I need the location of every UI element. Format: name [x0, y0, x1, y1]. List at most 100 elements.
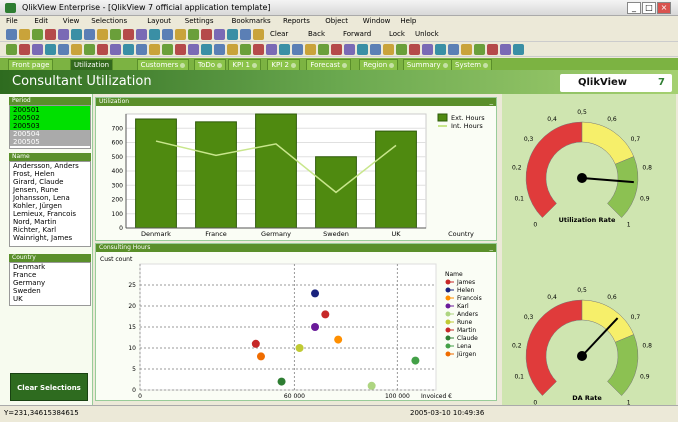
menu-settings[interactable]: Settings: [185, 17, 214, 25]
design-tool-icon[interactable]: [474, 44, 485, 55]
menu-window[interactable]: Window: [363, 17, 391, 25]
country-listbox[interactable]: Denmark France Germany Sweden UK: [9, 262, 91, 306]
toolbar-unlock-button[interactable]: Unlock: [415, 30, 439, 38]
design-tool-icon[interactable]: [331, 44, 342, 55]
tab-summary[interactable]: Summary: [402, 59, 452, 70]
toolbar-icon[interactable]: [175, 29, 186, 40]
design-tool-icon[interactable]: [500, 44, 511, 55]
design-tool-icon[interactable]: [448, 44, 459, 55]
design-tool-icon[interactable]: [227, 44, 238, 55]
design-tool-icon[interactable]: [461, 44, 472, 55]
design-tool-icon[interactable]: [240, 44, 251, 55]
design-tool-icon[interactable]: [175, 44, 186, 55]
country-item[interactable]: Sweden: [10, 287, 90, 295]
tab-kpi-1[interactable]: KPI 1: [228, 59, 261, 70]
country-item[interactable]: Germany: [10, 279, 90, 287]
design-tool-icon[interactable]: [396, 44, 407, 55]
scatter-point-claude[interactable]: [277, 377, 286, 386]
design-tool-icon[interactable]: [45, 44, 56, 55]
toolbar-icon[interactable]: [110, 29, 121, 40]
scatter-point-jürgen[interactable]: [256, 352, 265, 361]
tab-customers[interactable]: Customers: [136, 59, 190, 70]
design-tool-icon[interactable]: [279, 44, 290, 55]
toolbar-icon[interactable]: [58, 29, 69, 40]
name-item[interactable]: Richter, Karl: [10, 226, 90, 234]
period-item[interactable]: 200503: [10, 122, 90, 130]
name-item[interactable]: Wainright, James: [10, 234, 90, 242]
bar-denmark[interactable]: [135, 118, 177, 229]
design-tool-icon[interactable]: [344, 44, 355, 55]
clear-selections-button[interactable]: Clear Selections: [10, 373, 88, 401]
design-tool-icon[interactable]: [201, 44, 212, 55]
minimize-button[interactable]: _: [627, 2, 641, 14]
menu-bookmarks[interactable]: Bookmarks: [232, 17, 271, 25]
name-listbox[interactable]: Andersson, Anders Frost, Helen Girard, Cla…: [9, 161, 91, 247]
design-tool-icon[interactable]: [422, 44, 433, 55]
toolbar-icon[interactable]: [123, 29, 134, 40]
toolbar-icon[interactable]: [19, 29, 30, 40]
name-item[interactable]: Johansson, Lena: [10, 194, 90, 202]
tab-todo[interactable]: ToDo: [194, 59, 227, 70]
design-tool-icon[interactable]: [383, 44, 394, 55]
tab-region[interactable]: Region: [359, 59, 399, 70]
country-item[interactable]: UK: [10, 295, 90, 303]
design-tool-icon[interactable]: [435, 44, 446, 55]
tab-kpi-2[interactable]: KPI 2: [267, 59, 300, 70]
period-listbox[interactable]: 200501 200502 200503 200504 200505: [9, 105, 91, 149]
toolbar-icon[interactable]: [45, 29, 56, 40]
name-item[interactable]: Frost, Helen: [10, 170, 90, 178]
toolbar-icon[interactable]: [253, 29, 264, 40]
design-tool-icon[interactable]: [84, 44, 95, 55]
bar-france[interactable]: [195, 121, 237, 229]
design-tool-icon[interactable]: [487, 44, 498, 55]
design-tool-icon[interactable]: [149, 44, 160, 55]
toolbar-icon[interactable]: [214, 29, 225, 40]
toolbar-clear-button[interactable]: Clear: [270, 30, 288, 38]
design-tool-icon[interactable]: [32, 44, 43, 55]
country-item[interactable]: Denmark: [10, 263, 90, 271]
menu-layout[interactable]: Layout: [147, 17, 171, 25]
toolbar-icon[interactable]: [201, 29, 212, 40]
toolbar-icon[interactable]: [6, 29, 17, 40]
name-item[interactable]: Girard, Claude: [10, 178, 90, 186]
design-tool-icon[interactable]: [292, 44, 303, 55]
design-tool-icon[interactable]: [370, 44, 381, 55]
scatter-point-lena[interactable]: [411, 356, 420, 365]
design-tool-icon[interactable]: [357, 44, 368, 55]
period-item[interactable]: 200504: [10, 130, 90, 138]
minimize-chart-button[interactable]: _: [490, 98, 494, 105]
tab-forecast[interactable]: Forecast: [306, 59, 352, 70]
toolbar-icon[interactable]: [136, 29, 147, 40]
name-item[interactable]: Nord, Martin: [10, 218, 90, 226]
design-tool-icon[interactable]: [110, 44, 121, 55]
menu-help[interactable]: Help: [400, 17, 416, 25]
design-tool-icon[interactable]: [19, 44, 30, 55]
toolbar-icon[interactable]: [227, 29, 238, 40]
design-tool-icon[interactable]: [97, 44, 108, 55]
menu-edit[interactable]: Edit: [34, 17, 48, 25]
scatter-point-anders[interactable]: [367, 381, 376, 390]
design-tool-icon[interactable]: [136, 44, 147, 55]
bar-germany[interactable]: [255, 113, 297, 229]
toolbar-icon[interactable]: [149, 29, 160, 40]
maximize-button[interactable]: □: [642, 2, 656, 14]
design-tool-icon[interactable]: [214, 44, 225, 55]
name-item[interactable]: Andersson, Anders: [10, 162, 90, 170]
toolbar-icon[interactable]: [162, 29, 173, 40]
scatter-point-helen[interactable]: [311, 289, 320, 298]
design-tool-icon[interactable]: [58, 44, 69, 55]
minimize-chart-button[interactable]: _: [490, 244, 494, 251]
design-tool-icon[interactable]: [266, 44, 277, 55]
period-item[interactable]: 200501: [10, 106, 90, 114]
toolbar-icon[interactable]: [240, 29, 251, 40]
design-tool-icon[interactable]: [162, 44, 173, 55]
scatter-point-james[interactable]: [321, 310, 330, 319]
menu-reports[interactable]: Reports: [283, 17, 310, 25]
toolbar-icon[interactable]: [97, 29, 108, 40]
toolbar-forward-button[interactable]: Forward: [343, 30, 371, 38]
period-item[interactable]: 200502: [10, 114, 90, 122]
tab-front-page[interactable]: Front page: [8, 59, 54, 70]
design-tool-icon[interactable]: [318, 44, 329, 55]
tab-utilization[interactable]: Utilization: [70, 59, 114, 70]
period-item[interactable]: 200505: [10, 138, 90, 146]
